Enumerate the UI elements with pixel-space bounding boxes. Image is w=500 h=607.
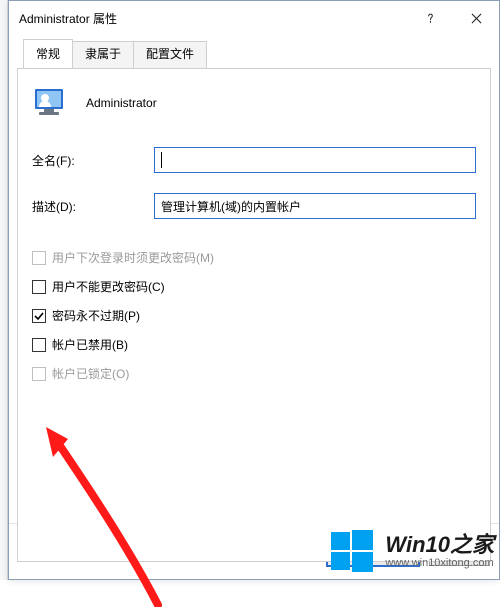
full-name-label: 全名(F): bbox=[32, 152, 154, 169]
description-input[interactable] bbox=[154, 193, 476, 219]
checkbox-box[interactable] bbox=[32, 309, 46, 323]
tab-profile[interactable]: 配置文件 bbox=[133, 41, 207, 70]
properties-dialog: Administrator 属性 常规 隶属于 配置文件 bbox=[8, 0, 500, 580]
tab-member-of[interactable]: 隶属于 bbox=[72, 41, 134, 70]
close-icon bbox=[471, 13, 482, 24]
checkbox-account-disabled[interactable]: 帐户已禁用(B) bbox=[32, 336, 476, 353]
titlebar: Administrator 属性 bbox=[9, 1, 499, 35]
help-button[interactable] bbox=[407, 1, 453, 35]
checkbox-label: 用户不能更改密码(C) bbox=[52, 278, 165, 295]
annotation-arrow bbox=[38, 427, 178, 607]
check-icon bbox=[34, 311, 44, 321]
checkbox-box[interactable] bbox=[32, 280, 46, 294]
checkbox-label: 密码永不过期(P) bbox=[52, 307, 140, 324]
help-icon bbox=[425, 13, 436, 24]
full-name-input[interactable] bbox=[154, 147, 476, 173]
close-button[interactable] bbox=[453, 1, 499, 35]
checkbox-cannot-change[interactable]: 用户不能更改密码(C) bbox=[32, 278, 476, 295]
checkbox-never-expires[interactable]: 密码永不过期(P) bbox=[32, 307, 476, 324]
checkbox-label: 用户下次登录时须更改密码(M) bbox=[52, 249, 214, 266]
checkbox-label: 帐户已锁定(O) bbox=[52, 365, 129, 382]
user-name: Administrator bbox=[86, 96, 157, 110]
checkbox-box bbox=[32, 367, 46, 381]
user-icon bbox=[32, 85, 68, 121]
checkbox-must-change: 用户下次登录时须更改密码(M) bbox=[32, 249, 476, 266]
window-title: Administrator 属性 bbox=[19, 10, 407, 27]
description-label: 描述(D): bbox=[32, 198, 154, 215]
checkbox-account-locked: 帐户已锁定(O) bbox=[32, 365, 476, 382]
checkbox-box bbox=[32, 251, 46, 265]
tab-strip: 常规 隶属于 配置文件 bbox=[17, 39, 491, 69]
tab-panel-general: Administrator 全名(F): 描述(D): 用户下次登录时须更改密码… bbox=[17, 68, 491, 562]
checkbox-label: 帐户已禁用(B) bbox=[52, 336, 128, 353]
tab-general[interactable]: 常规 bbox=[23, 39, 73, 68]
checkbox-box[interactable] bbox=[32, 338, 46, 352]
